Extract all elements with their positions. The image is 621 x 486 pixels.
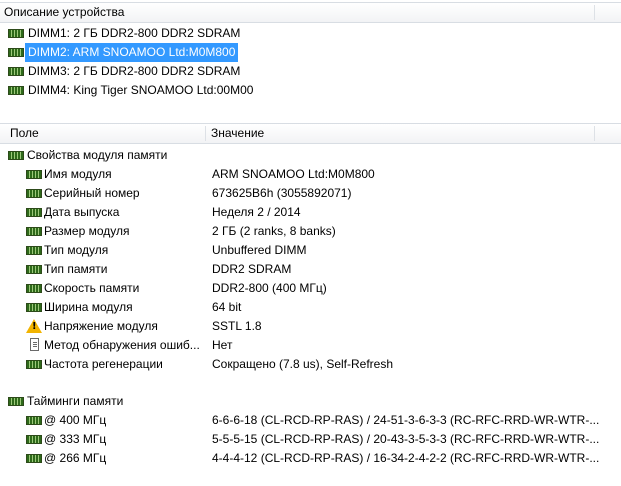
device-label: DIMM4: King Tiger SNOAMOO Ltd:00M00: [28, 83, 254, 97]
document-icon: [30, 338, 39, 351]
timing-row[interactable]: @ 266 МГц 4-4-4-12 (CL-RCD-RP-RAS) / 16-3…: [0, 449, 621, 468]
ram-module-icon: [26, 189, 42, 198]
property-value: SSTL 1.8: [212, 319, 262, 333]
timing-row[interactable]: @ 400 МГц 6-6-6-18 (CL-RCD-RP-RAS) / 24-5…: [0, 411, 621, 430]
property-value: 64 bit: [212, 300, 242, 314]
property-field: Частота регенерации: [44, 357, 163, 371]
property-value: Unbuffered DIMM: [212, 243, 307, 257]
property-field: Ширина модуля: [44, 300, 133, 314]
ram-module-icon: [26, 170, 42, 179]
ram-module-icon: [26, 303, 42, 312]
ram-module-icon: [26, 227, 42, 236]
device-row[interactable]: DIMM2: ARM SNOAMOO Ltd:M0M800: [0, 43, 621, 62]
ram-module-icon: [8, 29, 24, 38]
device-row[interactable]: DIMM1: 2 ГБ DDR2-800 DDR2 SDRAM: [0, 24, 621, 43]
property-field: Серийный номер: [44, 186, 140, 200]
property-row[interactable]: Тип памяти DDR2 SDRAM: [0, 260, 621, 279]
group-memory-timings[interactable]: Тайминги памяти: [0, 392, 621, 411]
ram-module-icon: [26, 360, 42, 369]
device-label: DIMM3: 2 ГБ DDR2-800 DDR2 SDRAM: [28, 64, 241, 78]
property-value: DDR2 SDRAM: [212, 262, 292, 276]
property-row[interactable]: Имя модуля ARM SNOAMOO Ltd:M0M800: [0, 165, 621, 184]
device-label: DIMM1: 2 ГБ DDR2-800 DDR2 SDRAM: [28, 26, 241, 40]
ram-module-icon: [26, 208, 42, 217]
property-row[interactable]: Метод обнаружения ошиб... Нет: [0, 336, 621, 355]
ram-module-icon: [26, 246, 42, 255]
ram-module-icon: [8, 86, 24, 95]
property-row[interactable]: Частота регенерации Сокращено (7.8 us), S…: [0, 355, 621, 374]
property-field: @ 400 МГц: [44, 413, 107, 427]
property-value: 673625B6h (3055892071): [212, 186, 352, 200]
property-field: Тип модуля: [44, 243, 109, 257]
warning-icon: [26, 319, 42, 333]
group-label: Тайминги памяти: [27, 394, 124, 408]
property-value: 4-4-4-12 (CL-RCD-RP-RAS) / 16-34-2-4-2-2…: [212, 451, 600, 465]
ram-module-icon: [8, 397, 24, 406]
device-label: DIMM2: ARM SNOAMOO Ltd:M0M800: [25, 43, 239, 62]
ram-module-icon: [8, 151, 24, 160]
timing-row[interactable]: @ 333 МГц 5-5-5-15 (CL-RCD-RP-RAS) / 20-4…: [0, 430, 621, 449]
device-list-header[interactable]: Описание устройства: [0, 2, 621, 23]
property-value: Неделя 2 / 2014: [212, 205, 301, 219]
device-row[interactable]: DIMM4: King Tiger SNOAMOO Ltd:00M00: [0, 81, 621, 100]
property-row[interactable]: Тип модуля Unbuffered DIMM: [0, 241, 621, 260]
property-field: @ 266 МГц: [44, 451, 107, 465]
property-field: Напряжение модуля: [44, 319, 158, 333]
property-row[interactable]: Серийный номер 673625B6h (3055892071): [0, 184, 621, 203]
property-field: Скорость памяти: [44, 281, 140, 295]
property-value: 5-5-5-15 (CL-RCD-RP-RAS) / 20-43-3-5-3-3…: [212, 432, 600, 446]
device-description-column-header[interactable]: Описание устройства: [0, 3, 594, 22]
property-value: ARM SNOAMOO Ltd:M0M800: [212, 167, 375, 181]
ram-module-icon: [8, 48, 24, 57]
property-row[interactable]: Ширина модуля 64 bit: [0, 298, 621, 317]
property-field: Имя модуля: [44, 167, 112, 181]
ram-module-icon: [26, 265, 42, 274]
property-value: Нет: [212, 338, 233, 352]
property-row[interactable]: Напряжение модуля SSTL 1.8: [0, 317, 621, 336]
property-row[interactable]: Скорость памяти DDR2-800 (400 МГц): [0, 279, 621, 298]
property-field: Метод обнаружения ошиб...: [44, 338, 200, 352]
device-row[interactable]: DIMM3: 2 ГБ DDR2-800 DDR2 SDRAM: [0, 62, 621, 81]
property-value: DDR2-800 (400 МГц): [212, 281, 327, 295]
property-value: Сокращено (7.8 us), Self-Refresh: [212, 357, 394, 371]
ram-module-icon: [26, 435, 42, 444]
column-separator: [594, 126, 595, 141]
property-field: Размер модуля: [44, 224, 130, 238]
column-separator: [594, 5, 595, 20]
property-row[interactable]: Размер модуля 2 ГБ (2 ranks, 8 banks): [0, 222, 621, 241]
property-field: Дата выпуска: [44, 205, 120, 219]
ram-module-icon: [8, 67, 24, 76]
group-label: Свойства модуля памяти: [27, 148, 168, 162]
field-column-header[interactable]: Поле: [6, 124, 206, 143]
property-value: 6-6-6-18 (CL-RCD-RP-RAS) / 24-51-3-6-3-3…: [212, 413, 600, 427]
property-field: @ 333 МГц: [44, 432, 107, 446]
property-value: 2 ГБ (2 ranks, 8 banks): [212, 224, 336, 238]
property-field: Тип памяти: [44, 262, 108, 276]
ram-module-icon: [26, 454, 42, 463]
ram-module-icon: [26, 416, 42, 425]
ram-module-icon: [26, 284, 42, 293]
group-memory-module-properties[interactable]: Свойства модуля памяти: [0, 146, 621, 165]
value-column-header[interactable]: Значение: [206, 124, 595, 143]
property-row[interactable]: Дата выпуска Неделя 2 / 2014: [0, 203, 621, 222]
details-header[interactable]: Поле Значение: [0, 123, 621, 144]
